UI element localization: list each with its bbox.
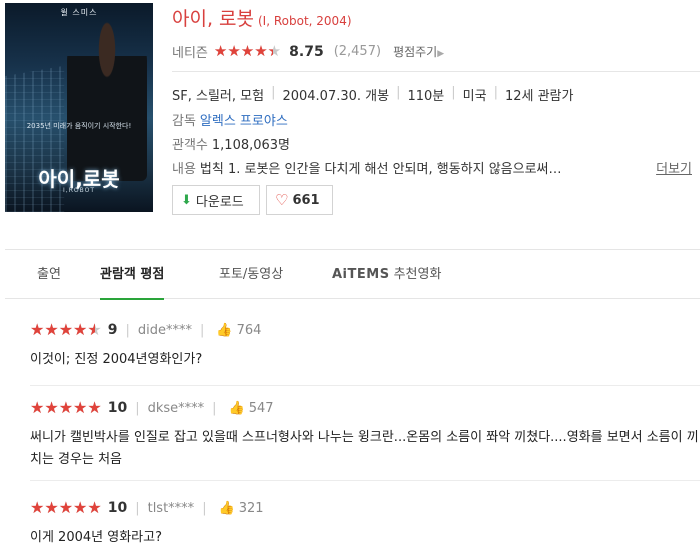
movie-country: 미국 [462,89,487,104]
tab-audience-rating[interactable]: 관람객 평점 [100,250,165,300]
thumbs-up-icon[interactable]: 👍 [216,323,232,338]
review-stars: ★★★★★ ★★★★★ [30,320,102,339]
rate-movie-label: 평점주기 [393,45,438,59]
thumbs-up-icon[interactable]: 👍 [219,501,235,516]
poster-actor-name: 윌 스미스 [60,8,98,17]
review-text: 이게 2004년 영화라고? [30,530,162,545]
review-head: ★★★★★ ★★★★★ 10 | dkse**** | 👍 547 [30,398,274,417]
thumbs-up-icon[interactable]: 👍 [229,401,245,416]
review-stars: ★★★★★ ★★★★★ [30,498,102,517]
like-count: 661 [292,192,320,208]
review-item: ★★★★★ ★★★★★ 10 | dkse**** | 👍 547 써니가 캘빈박… [30,399,700,471]
movie-title[interactable]: 아이, 로봇 [172,8,254,30]
review-likes: 764 [236,322,262,338]
review-head: ★★★★★ ★★★★★ 10 | tlst**** | 👍 321 [30,498,264,517]
audience-label: 관객수 [172,138,208,153]
movie-age-rating: 12세 관람가 [504,89,574,104]
plot-label: 내용 [172,162,196,177]
movie-original-title: (I, Robot, 2004) [258,14,352,28]
plot-row: 내용 법칙 1. 로봇은 인간을 다치게 해선 안되며, 행동하지 않음으로써… … [172,158,700,177]
director-label: 감독 [172,114,196,129]
director-link[interactable]: 알렉스 프로야스 [200,114,288,129]
movie-title-row: 아이, 로봇 (I, Robot, 2004) [172,4,352,31]
heart-icon: ♡ [275,191,289,209]
audience-row: 관객수 1,108,063명 [172,134,290,153]
tab-cast[interactable]: 출연 [37,250,61,299]
more-link[interactable]: 더보기 [656,158,692,177]
review-item: ★★★★★ ★★★★★ 10 | tlst**** | 👍 321 이게 2004… [30,499,700,547]
movie-meta-row: SF, 스릴러, 모험 | 2004.07.30. 개봉 | 110분 | 미국 | 1… [172,85,574,104]
divider [30,480,700,481]
movie-release: 2004.07.30. 개봉 [282,89,390,104]
tab-bar: 출연 관람객 평점 포토/동영상 AiTEMS 추천영화 [5,249,700,300]
movie-poster[interactable]: 윌 스미스 2035년 미래가 움직이기 시작한다! 아이,로봇 I,ROBOT [5,3,153,212]
review-likes: 321 [238,500,264,516]
netizen-rating-row: 네티즌 ★★★★★★★★★★ 8.75 (2,457) 평점주기▶ [172,42,444,62]
review-text: 써니가 캘빈박사를 인질로 잡고 있을때 스프너형사와 나누는 윙크란...온몸… [30,430,699,467]
poster-figure-graphic [67,21,147,181]
chevron-right-icon: ▶ [437,49,445,59]
tab-photo-video[interactable]: 포토/동영상 [219,250,283,299]
movie-genre: SF, 스릴러, 모험 [172,89,265,104]
divider [172,71,700,72]
review-head: ★★★★★ ★★★★★ 9 | dide**** | 👍 764 [30,320,262,339]
tab-photo-video-label: 포토/동영상 [219,267,284,282]
review-likes: 547 [248,400,274,416]
rate-movie-link[interactable]: 평점주기▶ [393,43,444,60]
review-user: dide**** [137,322,192,338]
like-button[interactable]: ♡ 661 [266,185,333,215]
poster-subtitle: I,ROBOT [63,187,95,194]
divider [30,385,700,386]
rating-label: 네티즌 [172,46,208,61]
tab-audience-rating-label: 관람객 평점 [100,267,165,282]
movie-runtime: 110분 [407,89,445,104]
review-score: 10 [107,400,128,416]
tab-cast-label: 출연 [37,267,61,282]
download-label: 다운로드 [195,194,244,210]
rating-score: 8.75 [289,43,324,60]
review-score: 9 [107,322,118,338]
rating-stars: ★★★★★★★★★★ [213,42,282,60]
review-text: 이것이; 진정 2004년영화인가? [30,352,203,367]
review-user: tlst**** [147,500,195,516]
audience-count: 1,108,063명 [211,138,291,153]
plot-text: 법칙 1. 로봇은 인간을 다치게 해선 안되며, 행동하지 않음으로써… [199,162,562,177]
download-arrow-icon: ⬇ [181,192,192,208]
review-score: 10 [107,500,128,516]
poster-tagline: 2035년 미래가 움직이기 시작한다! [26,122,132,130]
review-item: ★★★★★ ★★★★★ 9 | dide**** | 👍 764 이것이; 진정 … [30,321,700,371]
tab-aitems-recommend[interactable]: AiTEMS 추천영화 [332,250,441,299]
tab-aitems-label: 추천영화 [393,267,442,282]
aitems-logo: AiTEMS [332,267,390,282]
review-user: dkse**** [147,400,205,416]
director-row: 감독 알렉스 프로야스 [172,110,288,129]
review-stars: ★★★★★ ★★★★★ [30,398,102,417]
rating-count: (2,457) [333,44,382,59]
download-button[interactable]: ⬇ 다운로드 [172,185,260,215]
